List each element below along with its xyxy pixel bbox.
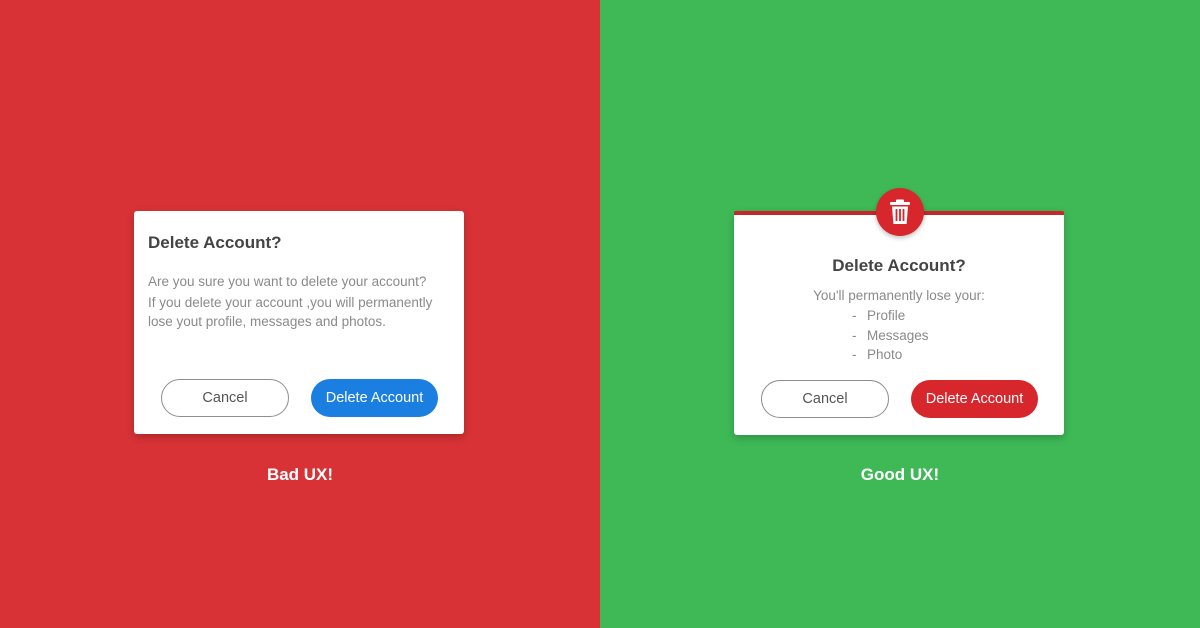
bad-ux-caption: Bad UX! (266, 465, 334, 484)
list-item: - Photo (852, 347, 903, 362)
list-item: - Profile (852, 308, 906, 323)
list-item: - Messages (852, 327, 929, 343)
bad-delete-dialog: Delete Account? Are you sure you want to… (134, 211, 464, 434)
good-delete-dialog: Delete Account? You'll permanently lose … (734, 211, 1064, 435)
cancel-button[interactable]: Cancel (761, 380, 889, 418)
dialog-message-line: Are you sure you want to delete your acc… (148, 274, 427, 289)
comparison-canvas: Bad UX! Good UX! Delete Account? Are you… (0, 0, 1200, 628)
dialog-message-line: lose yout profile, messages and photos. (148, 314, 386, 329)
dialog-message-line: If you delete your account ,you will per… (148, 295, 433, 310)
dialog-title: Delete Account? (148, 233, 282, 252)
loss-list: - Profile - Messages - Photo (852, 306, 929, 365)
delete-account-button[interactable]: Delete Account (911, 380, 1038, 418)
dialog-message: Are you sure you want to delete your acc… (148, 272, 450, 331)
good-ux-caption: Good UX! (860, 465, 940, 484)
trash-icon-glyph (890, 199, 910, 224)
dialog-title: Delete Account? (832, 256, 966, 275)
dialog-intro: You'll permanently lose your: (813, 288, 985, 303)
trash-icon (876, 188, 924, 236)
delete-account-button[interactable]: Delete Account (311, 379, 438, 417)
cancel-button[interactable]: Cancel (161, 379, 289, 417)
